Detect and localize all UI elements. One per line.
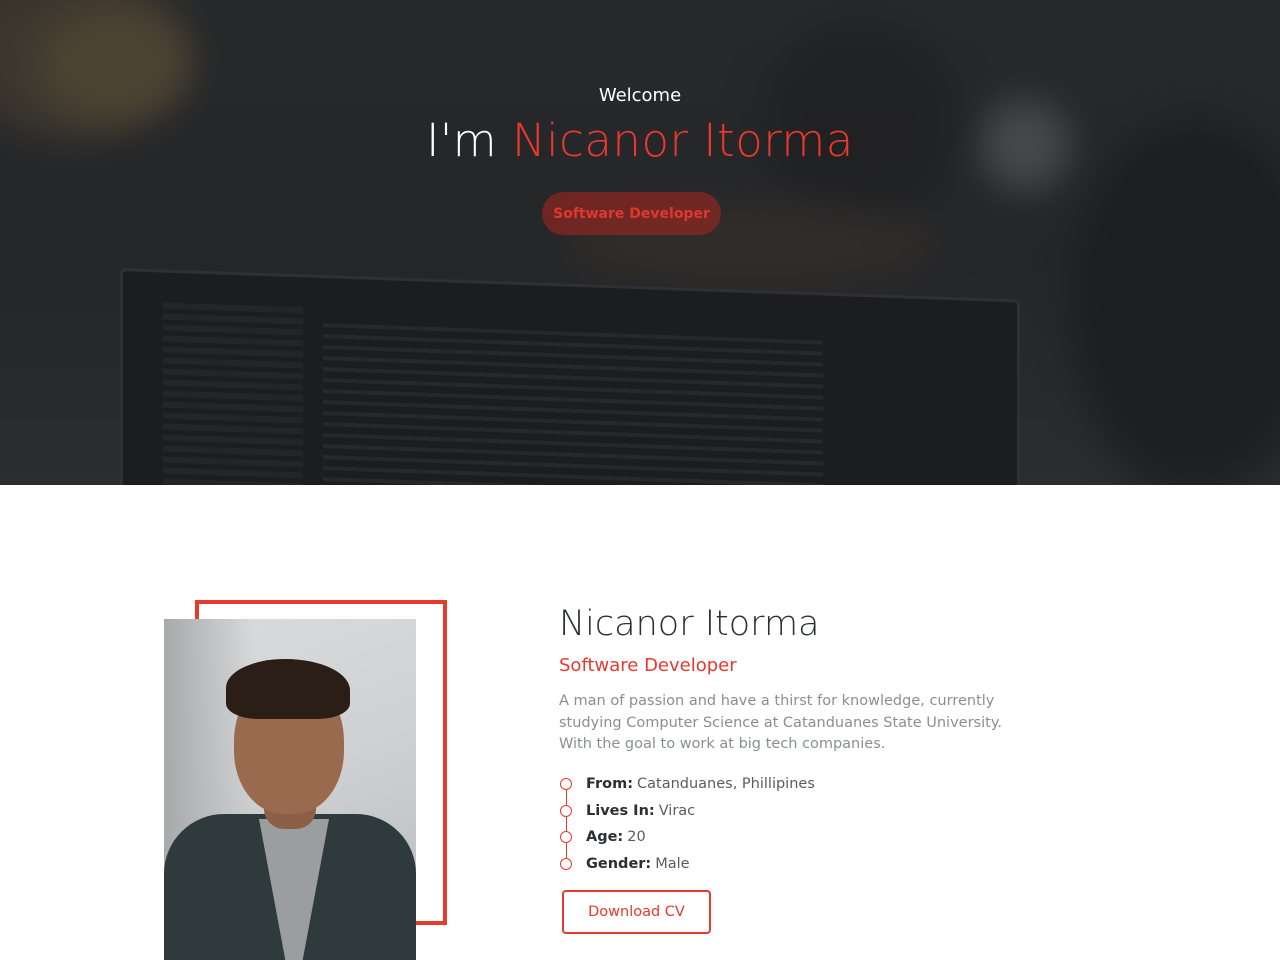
hero-welcome: Welcome xyxy=(598,85,682,106)
about-name: Nicanor Itorma xyxy=(559,604,820,644)
hero-title-name: Nicanor Itorma xyxy=(511,114,854,167)
info-value: 20 xyxy=(627,829,646,846)
about-role: Software Developer xyxy=(559,655,737,676)
info-list: From: Catanduanes, Phillipines Lives In:… xyxy=(560,771,960,877)
info-value: Virac xyxy=(658,802,696,819)
hero-overlay xyxy=(0,0,1280,485)
circle-bullet-icon xyxy=(560,804,572,817)
info-item-from: From: Catanduanes, Phillipines xyxy=(560,771,960,798)
info-value: Male xyxy=(655,855,690,872)
info-key: Age: xyxy=(586,829,624,846)
info-item-age: Age: 20 xyxy=(560,824,960,851)
profile-photo xyxy=(164,619,416,960)
info-key: From: xyxy=(586,776,633,793)
about-description: A man of passion and have a thirst for k… xyxy=(559,693,1002,752)
info-item-lives-in: Lives In: Virac xyxy=(560,798,960,825)
info-item-gender: Gender: Male xyxy=(560,851,960,878)
info-value: Catanduanes, Phillipines xyxy=(637,776,815,793)
hero-role-badge: Software Developer xyxy=(542,192,721,235)
info-key: Lives In: xyxy=(586,802,655,819)
hero-title-prefix: I'm xyxy=(426,114,512,167)
circle-bullet-icon xyxy=(560,857,572,870)
info-key: Gender: xyxy=(586,855,652,872)
photo-hair xyxy=(226,659,350,719)
circle-bullet-icon xyxy=(560,778,572,791)
download-cv-button[interactable]: Download CV xyxy=(562,890,711,934)
circle-bullet-icon xyxy=(560,831,572,844)
hero-title: I'm Nicanor Itorma xyxy=(0,114,1280,167)
hero-section: Welcome I'm Nicanor Itorma Software Deve… xyxy=(0,0,1280,485)
